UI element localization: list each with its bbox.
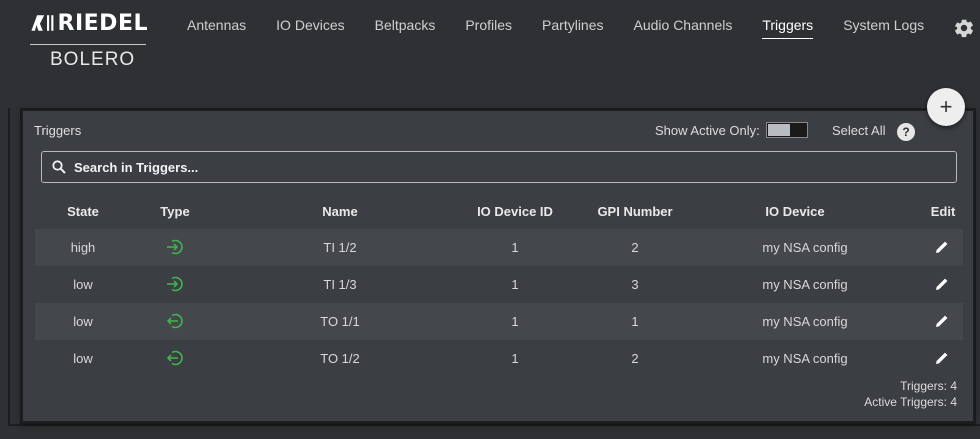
column-header-state[interactable]: State <box>53 204 113 219</box>
table-row[interactable]: low TI 1/3 1 3 my NSA config <box>35 266 963 303</box>
nav-antennas[interactable]: Antennas <box>187 17 246 39</box>
show-active-label: Show Active Only: <box>655 123 760 138</box>
cell-io-device-id: 1 <box>511 277 519 292</box>
triggers-count: Triggers: 4 <box>900 379 957 393</box>
edit-pencil-icon[interactable] <box>934 239 950 255</box>
riedel-bolero-logo[interactable]: RIEDEL BOLERO <box>30 8 148 74</box>
column-header-io-device[interactable]: IO Device <box>740 204 850 219</box>
show-active-toggle[interactable] <box>766 122 808 138</box>
brand-name: RIEDEL <box>57 10 148 36</box>
cell-io-device: my NSA config <box>762 240 848 255</box>
cell-state: high <box>70 240 96 255</box>
cell-state: low <box>73 277 93 292</box>
app-header: RIEDEL BOLERO Antennas IO Devices Beltpa… <box>0 0 980 90</box>
cell-name: TI 1/2 <box>323 240 357 255</box>
column-header-gpi-number[interactable]: GPI Number <box>580 204 690 219</box>
toggle-knob <box>768 124 790 136</box>
table-header: State Type Name IO Device ID GPI Number … <box>35 199 963 227</box>
cell-gpi-number: 2 <box>631 240 639 255</box>
product-name: BOLERO <box>50 49 136 70</box>
table-row[interactable]: low TO 1/1 1 1 my NSA config <box>35 303 963 340</box>
select-all-button[interactable]: Select All <box>832 123 885 138</box>
table-row[interactable]: high TI 1/2 1 2 my NSA config <box>35 229 963 266</box>
cell-io-device-id: 1 <box>511 351 519 366</box>
search-input[interactable] <box>74 159 934 175</box>
panel-title: Triggers <box>34 123 82 138</box>
cell-io-device: my NSA config <box>762 351 848 366</box>
logo-divider <box>30 44 146 45</box>
cell-gpi-number: 1 <box>631 314 639 329</box>
cell-state: low <box>73 314 93 329</box>
trigger-output-icon <box>166 313 183 329</box>
trigger-input-icon <box>167 276 183 292</box>
column-header-edit: Edit <box>930 204 956 219</box>
trigger-counts: Triggers: 4 Active Triggers: 4 <box>864 378 957 410</box>
help-icon[interactable]: ? <box>897 123 915 141</box>
table-row[interactable]: low TO 1/2 1 2 my NSA config <box>35 340 963 377</box>
riedel-logo-mark-icon <box>31 15 54 31</box>
cell-state: low <box>73 351 93 366</box>
trigger-output-icon <box>166 350 183 366</box>
edit-pencil-icon[interactable] <box>934 350 950 366</box>
trigger-input-icon <box>167 239 183 255</box>
cell-io-device: my NSA config <box>762 277 848 292</box>
search-bar <box>41 151 957 183</box>
cell-gpi-number: 3 <box>631 277 639 292</box>
edit-pencil-icon[interactable] <box>934 276 950 292</box>
nav-audio-channels[interactable]: Audio Channels <box>634 17 733 39</box>
nav-profiles[interactable]: Profiles <box>465 17 512 39</box>
settings-gear-icon[interactable] <box>953 17 975 39</box>
column-header-type[interactable]: Type <box>145 204 205 219</box>
search-icon <box>52 160 66 174</box>
nav-beltpacks[interactable]: Beltpacks <box>375 17 436 39</box>
nav-partylines[interactable]: Partylines <box>542 17 603 39</box>
cell-name: TO 1/1 <box>320 314 360 329</box>
cell-name: TI 1/3 <box>323 277 357 292</box>
cell-io-device: my NSA config <box>762 314 848 329</box>
active-triggers-count: Active Triggers: 4 <box>864 395 957 409</box>
main-nav: Antennas IO Devices Beltpacks Profiles P… <box>174 17 924 39</box>
nav-io-devices[interactable]: IO Devices <box>276 17 344 39</box>
cell-gpi-number: 2 <box>631 351 639 366</box>
cell-name: TO 1/2 <box>320 351 360 366</box>
triggers-panel: Triggers Show Active Only: Select All ? … <box>22 110 974 422</box>
cell-io-device-id: 1 <box>511 240 519 255</box>
column-header-name[interactable]: Name <box>305 204 375 219</box>
nav-triggers[interactable]: Triggers <box>762 17 814 39</box>
triggers-table-body: high TI 1/2 1 2 my NSA config low TI 1/3… <box>35 229 963 377</box>
column-header-io-device-id[interactable]: IO Device ID <box>455 204 575 219</box>
edit-pencil-icon[interactable] <box>934 313 950 329</box>
add-trigger-button[interactable]: + <box>927 88 965 126</box>
cell-io-device-id: 1 <box>511 314 519 329</box>
nav-system-logs[interactable]: System Logs <box>843 17 924 39</box>
